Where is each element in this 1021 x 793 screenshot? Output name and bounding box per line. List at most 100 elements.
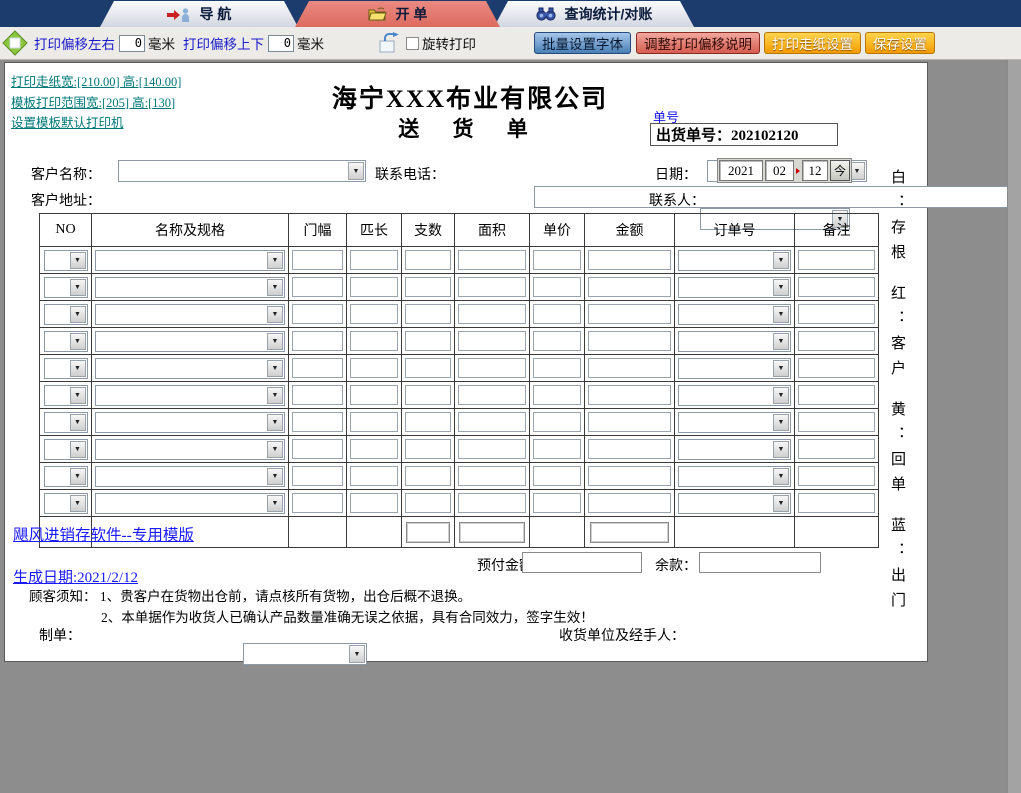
row-order-no-combobox[interactable]: ▼: [678, 438, 791, 460]
tab-query-stats[interactable]: 查询统计/对账: [494, 1, 694, 27]
offset-lr-input[interactable]: [119, 34, 145, 52]
row-count-input[interactable]: [405, 277, 451, 297]
row-price-input[interactable]: [533, 358, 581, 378]
row-price-input[interactable]: [533, 250, 581, 270]
row-count-input[interactable]: [405, 304, 451, 324]
row-length-input[interactable]: [350, 277, 398, 297]
batch-font-button[interactable]: 批量设置字体: [534, 32, 631, 54]
rotate-print-checkbox[interactable]: [406, 36, 419, 50]
row-area-input[interactable]: [458, 385, 526, 405]
row-order-no-combobox[interactable]: ▼: [678, 384, 791, 406]
row-length-input[interactable]: [350, 331, 398, 351]
row-length-input[interactable]: [350, 385, 398, 405]
row-note-input[interactable]: [798, 412, 875, 432]
row-length-input[interactable]: [350, 412, 398, 432]
row-length-input[interactable]: [350, 439, 398, 459]
row-area-input[interactable]: [458, 304, 526, 324]
row-price-input[interactable]: [533, 331, 581, 351]
row-order-no-combobox[interactable]: ▼: [678, 411, 791, 433]
row-price-input[interactable]: [533, 304, 581, 324]
row-no-combobox[interactable]: ▼: [43, 438, 88, 460]
row-count-input[interactable]: [405, 331, 451, 351]
customer-name-combobox[interactable]: ▼: [118, 160, 366, 182]
row-amount-input[interactable]: [588, 439, 671, 459]
row-area-input[interactable]: [458, 250, 526, 270]
default-printer-link[interactable]: 设置模板默认打印机: [11, 112, 181, 131]
paper-size-link[interactable]: 打印走纸宽:[210.00] 高:[140.00]: [11, 71, 181, 90]
row-order-no-combobox[interactable]: ▼: [678, 465, 791, 487]
row-width-input[interactable]: [292, 304, 343, 324]
row-length-input[interactable]: [350, 493, 398, 513]
row-width-input[interactable]: [292, 385, 343, 405]
maker-combobox[interactable]: ▼: [243, 643, 367, 665]
prepay-input[interactable]: [522, 552, 642, 573]
row-no-combobox[interactable]: ▼: [43, 276, 88, 298]
today-button[interactable]: 今: [830, 160, 850, 181]
row-area-input[interactable]: [458, 358, 526, 378]
adjust-offset-help-button[interactable]: 调整打印偏移说明: [636, 32, 760, 54]
row-order-no-combobox[interactable]: ▼: [678, 276, 791, 298]
row-no-combobox[interactable]: ▼: [43, 465, 88, 487]
row-length-input[interactable]: [350, 250, 398, 270]
row-note-input[interactable]: [798, 358, 875, 378]
row-price-input[interactable]: [533, 412, 581, 432]
row-name-spec-combobox[interactable]: ▼: [95, 357, 285, 379]
row-count-input[interactable]: [405, 358, 451, 378]
row-amount-input[interactable]: [588, 331, 671, 351]
row-order-no-combobox[interactable]: ▼: [678, 303, 791, 325]
row-name-spec-combobox[interactable]: ▼: [95, 438, 285, 460]
row-length-input[interactable]: [350, 466, 398, 486]
row-length-input[interactable]: [350, 304, 398, 324]
row-amount-input[interactable]: [588, 358, 671, 378]
row-amount-input[interactable]: [588, 412, 671, 432]
row-price-input[interactable]: [533, 466, 581, 486]
row-name-spec-combobox[interactable]: ▼: [95, 330, 285, 352]
row-name-spec-combobox[interactable]: ▼: [95, 276, 285, 298]
row-price-input[interactable]: [533, 277, 581, 297]
row-count-input[interactable]: [405, 250, 451, 270]
template-range-link[interactable]: 模板打印范围宽:[205] 高:[130]: [11, 92, 181, 111]
row-no-combobox[interactable]: ▼: [43, 330, 88, 352]
date-year-field[interactable]: 2021: [719, 160, 763, 181]
row-note-input[interactable]: [798, 439, 875, 459]
tab-navigation[interactable]: 导 航: [100, 1, 298, 27]
row-count-input[interactable]: [405, 466, 451, 486]
row-count-input[interactable]: [405, 439, 451, 459]
row-area-input[interactable]: [458, 331, 526, 351]
offset-ud-input[interactable]: [268, 34, 294, 52]
paper-feed-settings-button[interactable]: 打印走纸设置: [764, 32, 861, 54]
row-note-input[interactable]: [798, 331, 875, 351]
row-name-spec-combobox[interactable]: ▼: [95, 492, 285, 514]
row-no-combobox[interactable]: ▼: [43, 492, 88, 514]
row-count-input[interactable]: [405, 412, 451, 432]
row-note-input[interactable]: [798, 466, 875, 486]
row-width-input[interactable]: [292, 331, 343, 351]
row-width-input[interactable]: [292, 277, 343, 297]
row-note-input[interactable]: [798, 493, 875, 513]
row-area-input[interactable]: [458, 412, 526, 432]
row-amount-input[interactable]: [588, 466, 671, 486]
balance-input[interactable]: [699, 552, 821, 573]
row-length-input[interactable]: [350, 358, 398, 378]
row-count-input[interactable]: [405, 385, 451, 405]
date-month-field[interactable]: 02: [765, 160, 794, 181]
row-area-input[interactable]: [458, 466, 526, 486]
row-note-input[interactable]: [798, 304, 875, 324]
row-order-no-combobox[interactable]: ▼: [678, 330, 791, 352]
row-order-no-combobox[interactable]: ▼: [678, 249, 791, 271]
row-price-input[interactable]: [533, 439, 581, 459]
row-order-no-combobox[interactable]: ▼: [678, 492, 791, 514]
row-amount-input[interactable]: [588, 385, 671, 405]
row-note-input[interactable]: [798, 385, 875, 405]
row-area-input[interactable]: [458, 439, 526, 459]
row-name-spec-combobox[interactable]: ▼: [95, 465, 285, 487]
date-day-field[interactable]: 12: [802, 160, 828, 181]
row-amount-input[interactable]: [588, 277, 671, 297]
row-amount-input[interactable]: [588, 304, 671, 324]
row-width-input[interactable]: [292, 493, 343, 513]
customer-address-combobox[interactable]: ▼: [534, 186, 1021, 208]
row-amount-input[interactable]: [588, 493, 671, 513]
save-settings-button[interactable]: 保存设置: [865, 32, 935, 54]
row-no-combobox[interactable]: ▼: [43, 384, 88, 406]
row-amount-input[interactable]: [588, 250, 671, 270]
